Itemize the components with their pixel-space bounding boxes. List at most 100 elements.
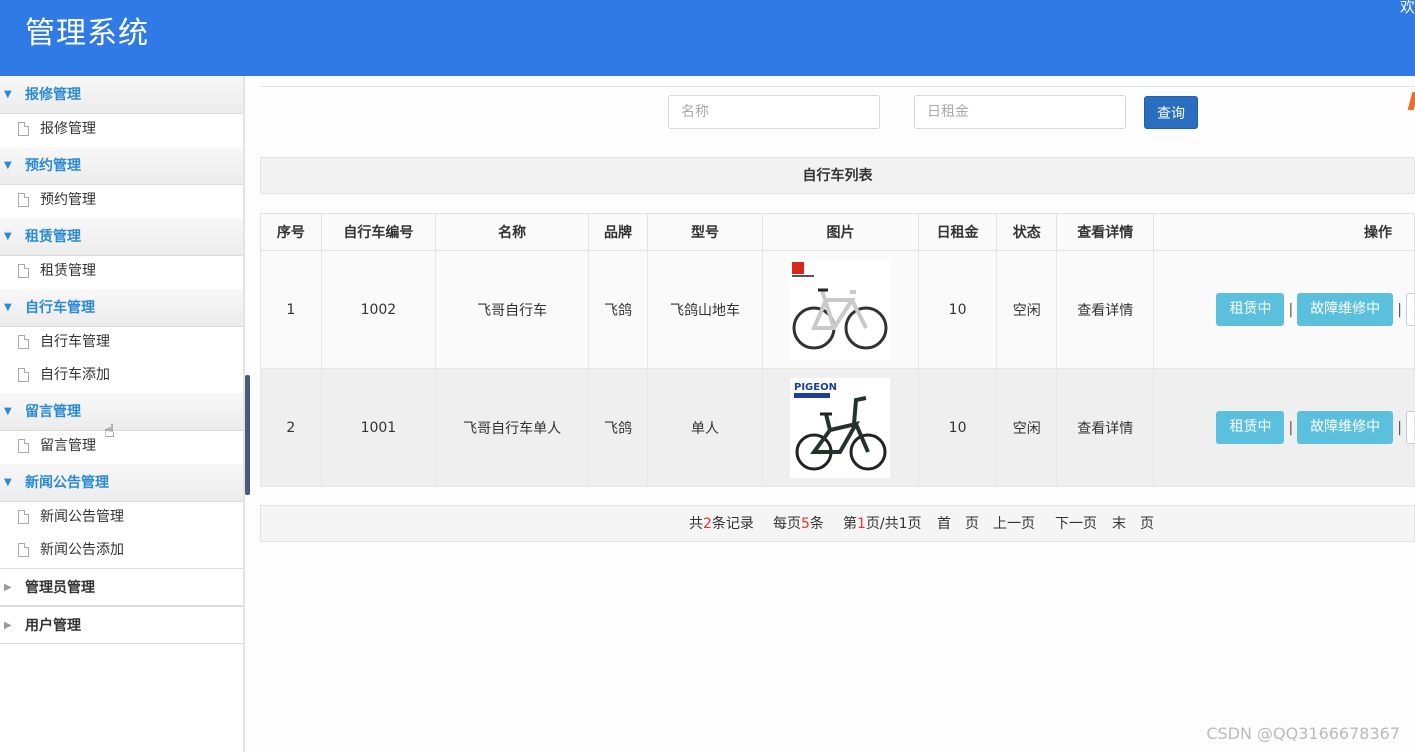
more-button[interactable] — [1405, 411, 1414, 444]
table-header-row: 序号 自行车编号 名称 品牌 型号 图片 日租金 状态 查看详情 操作 — [260, 213, 1415, 251]
caret-right-icon: ▶ — [4, 620, 12, 631]
cell-code: 1001 — [320, 368, 437, 487]
separator: | — [1397, 419, 1402, 436]
sidebar-scrollbar[interactable] — [245, 375, 250, 495]
column-header: 品牌 — [588, 213, 648, 251]
cell-name: 飞哥自行车单人 — [435, 368, 590, 487]
cell-status: 空闲 — [996, 250, 1058, 369]
column-header: 查看详情 — [1056, 213, 1155, 251]
name-search-input[interactable] — [668, 95, 880, 129]
sidebar-item-label: 留言管理 — [40, 438, 96, 454]
sidebar-item-news-add[interactable]: 新闻公告添加 — [0, 535, 243, 568]
cell-code: 1002 — [320, 250, 437, 369]
prev-page-link[interactable]: 上一页 — [993, 506, 1035, 543]
caret-down-icon: ▼ — [4, 89, 12, 100]
next-page-link[interactable]: 下一页 — [1055, 506, 1097, 543]
separator: | — [1397, 301, 1402, 318]
sidebar-group-label: 用户管理 — [25, 618, 81, 634]
sidebar-group-label: 租赁管理 — [25, 229, 81, 245]
search-button[interactable]: 查询 — [1144, 96, 1198, 129]
document-icon — [18, 543, 29, 557]
watermark: CSDN @QQ3166678367 — [1206, 724, 1400, 743]
caret-down-icon: ▼ — [4, 231, 12, 242]
sidebar-item-label: 新闻公告添加 — [40, 542, 124, 558]
sidebar-item-label: 预约管理 — [40, 192, 96, 208]
document-icon — [18, 510, 29, 524]
app-header: 管理系统 欢 — [0, 0, 1415, 76]
sidebar-group-admin[interactable]: ▶ 管理员管理 — [0, 568, 243, 606]
table-row: 1 1002 飞哥自行车 飞鸽 飞鸽山地车 10 空闲 查看详情 租赁中 | 故… — [260, 250, 1415, 369]
last-page-link[interactable]: 末 页 — [1112, 506, 1154, 543]
sidebar-item-label: 新闻公告管理 — [40, 509, 124, 525]
more-button[interactable] — [1405, 293, 1414, 326]
column-header: 状态 — [996, 213, 1058, 251]
sidebar-group-reservation[interactable]: ▼ 预约管理 — [0, 147, 243, 185]
renting-button[interactable]: 租赁中 — [1216, 411, 1285, 444]
sidebar-item-repair[interactable]: 报修管理 — [0, 114, 243, 147]
cell-model: 单人 — [646, 368, 764, 487]
column-header: 序号 — [260, 213, 322, 251]
document-icon — [18, 122, 29, 136]
bicycle-image — [790, 259, 891, 360]
column-header: 型号 — [646, 213, 764, 251]
column-header: 名称 — [435, 213, 590, 251]
caret-right-icon: ▶ — [4, 582, 12, 593]
caret-down-icon: ▼ — [4, 160, 12, 171]
column-header: 自行车编号 — [320, 213, 437, 251]
sidebar-group-repair[interactable]: ▼ 报修管理 — [0, 76, 243, 114]
cell-actions: 租赁中 | 故障维修中 | — [1153, 368, 1415, 487]
divider — [260, 86, 1415, 87]
sidebar-group-message[interactable]: ▼ 留言管理 — [0, 393, 243, 431]
cell-index: 2 — [260, 368, 322, 487]
total-records: 共2条记录 — [689, 516, 754, 532]
cell-image: PIGEON — [762, 368, 919, 487]
renting-button[interactable]: 租赁中 — [1216, 293, 1285, 326]
column-header: 日租金 — [917, 213, 998, 251]
sidebar-item-news-manage[interactable]: 新闻公告管理 — [0, 502, 243, 535]
sidebar-item-message[interactable]: 留言管理 — [0, 431, 243, 464]
image-brand-text: PIGEON — [794, 382, 837, 393]
sidebar-group-user[interactable]: ▶ 用户管理 — [0, 606, 243, 644]
sidebar-group-label: 预约管理 — [25, 158, 81, 174]
column-header: 图片 — [762, 213, 919, 251]
welcome-text: 欢 — [1399, 0, 1415, 16]
sidebar-item-bicycle-add[interactable]: 自行车添加 — [0, 360, 243, 393]
repair-button[interactable]: 故障维修中 — [1297, 293, 1394, 326]
sidebar-group-news[interactable]: ▼ 新闻公告管理 — [0, 464, 243, 502]
first-page-link[interactable]: 首 页 — [937, 506, 979, 543]
cell-detail-link[interactable]: 查看详情 — [1056, 250, 1155, 369]
sidebar-item-label: 自行车添加 — [40, 367, 110, 383]
cell-brand: 飞鸽 — [588, 368, 648, 487]
repair-button[interactable]: 故障维修中 — [1297, 411, 1394, 444]
cell-detail-link[interactable]: 查看详情 — [1056, 368, 1155, 487]
sidebar-item-label: 自行车管理 — [40, 334, 110, 350]
sidebar-item-rental[interactable]: 租赁管理 — [0, 256, 243, 289]
sidebar-group-rental[interactable]: ▼ 租赁管理 — [0, 218, 243, 256]
sidebar-group-label: 留言管理 — [25, 404, 81, 420]
cell-rent: 10 — [917, 250, 998, 369]
page-size: 每页5条 — [773, 516, 824, 532]
separator: | — [1288, 419, 1294, 436]
sidebar-group-label: 管理员管理 — [25, 580, 95, 596]
caret-down-icon: ▼ — [4, 302, 12, 313]
caret-down-icon: ▼ — [4, 406, 12, 417]
rent-search-input[interactable] — [914, 95, 1126, 129]
cell-index: 1 — [260, 250, 322, 369]
document-icon — [18, 193, 29, 207]
pagination: 共2条记录 每页5条 第1页/共1页 首 页 上一页 下一页 末 页 — [260, 505, 1415, 542]
sidebar-item-reservation[interactable]: 预约管理 — [0, 185, 243, 218]
cell-name: 飞哥自行车 — [435, 250, 590, 369]
bicycle-table: 序号 自行车编号 名称 品牌 型号 图片 日租金 状态 查看详情 操作 1 10… — [260, 213, 1415, 487]
sidebar-group-label: 报修管理 — [25, 87, 81, 103]
document-icon — [18, 439, 29, 453]
table-caption: 自行车列表 — [260, 157, 1415, 194]
sidebar-item-bicycle-manage[interactable]: 自行车管理 — [0, 327, 243, 360]
table-row: 2 1001 飞哥自行车单人 飞鸽 单人 PIGEON 10 空闲 查看详情 租… — [260, 368, 1415, 487]
hand-cursor-icon: ☝ — [104, 421, 115, 442]
document-icon — [18, 368, 29, 382]
document-icon — [18, 264, 29, 278]
sidebar-group-bicycle[interactable]: ▼ 自行车管理 — [0, 289, 243, 327]
main-content: 查询 自行车列表 序号 自行车编号 名称 品牌 型号 图片 日租金 状态 查看详… — [260, 76, 1415, 752]
document-icon — [18, 335, 29, 349]
sidebar-group-label: 新闻公告管理 — [25, 475, 109, 491]
